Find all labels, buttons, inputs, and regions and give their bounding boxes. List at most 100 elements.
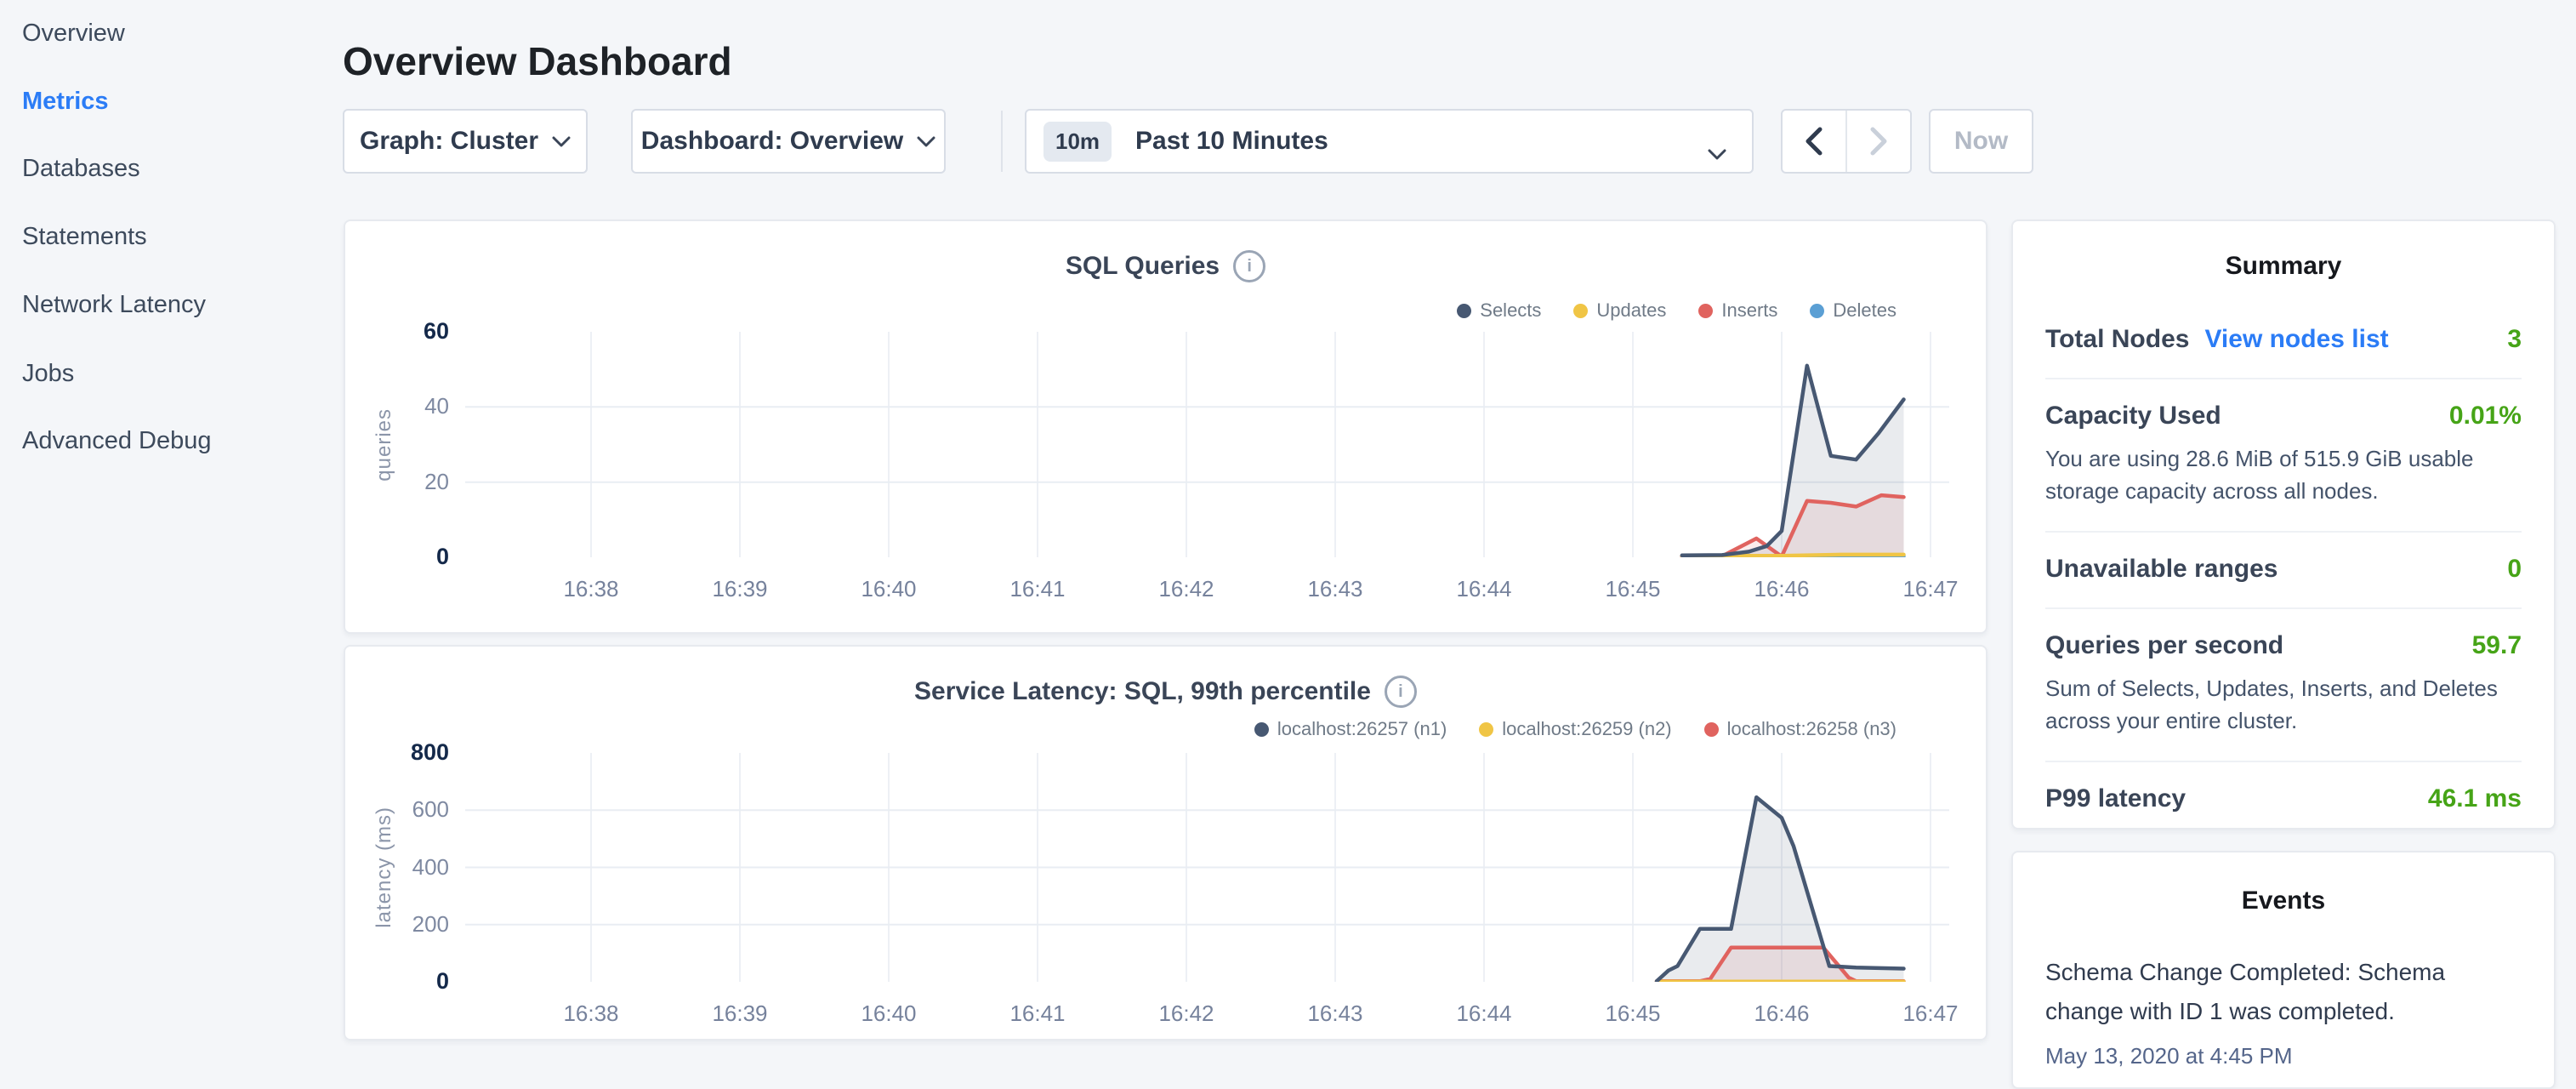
x-axis: 16:3816:3916:4016:4116:4216:4316:4416:45… [465,569,1949,603]
summary-row-p99-latency: P99 latency 46.1 ms [2045,761,2522,837]
legend-item[interactable]: Selects [1457,299,1541,322]
legend-dot-icon [1704,722,1719,737]
legend-label: Updates [1596,299,1666,322]
y-tick-label: 0 [347,968,449,995]
sidebar-item-overview[interactable]: Overview [22,14,125,52]
x-axis: 16:3816:3916:4016:4116:4216:4316:4416:45… [465,994,1949,1028]
legend-item[interactable]: localhost:26258 (n3) [1704,718,1896,740]
now-button[interactable]: Now [1929,109,2033,174]
sidebar: Overview Metrics Databases Statements Ne… [0,0,340,1052]
x-tick-label: 16:47 [1879,1001,1982,1027]
x-tick-label: 16:42 [1135,1001,1237,1027]
legend-item[interactable]: Updates [1573,299,1666,322]
sidebar-item-statements[interactable]: Statements [22,218,147,255]
x-tick-label: 16:41 [987,1001,1089,1027]
sidebar-item-metrics[interactable]: Metrics [22,83,109,120]
summary-row-description: You are using 28.6 MiB of 515.9 GiB usab… [2045,442,2522,507]
chart-title: Service Latency: SQL, 99th percentile [914,677,1371,706]
legend-label: Deletes [1833,299,1896,322]
legend-dot-icon [1810,304,1824,318]
y-tick-label: 800 [347,739,449,766]
legend-dot-icon [1457,304,1471,318]
legend-dot-icon [1254,722,1269,737]
y-tick-label: 200 [347,911,449,938]
x-tick-label: 16:40 [838,576,940,602]
dashboard-dropdown-label: Dashboard: Overview [641,127,903,156]
summary-row-value: 3 [2507,325,2522,354]
x-tick-label: 16:39 [689,1001,791,1027]
info-icon[interactable]: i [1233,250,1265,282]
x-tick-label: 16:44 [1433,576,1535,602]
x-tick-label: 16:46 [1731,576,1833,602]
legend-label: localhost:26259 (n2) [1502,718,1671,740]
y-axis: 0200400600800 [345,753,458,982]
summary-row-label: Capacity Used [2045,402,2221,430]
summary-row-value: 59.7 [2472,631,2522,660]
x-tick-label: 16:46 [1731,1001,1833,1027]
events-title: Events [2013,887,2554,915]
service-latency-chart-card: Service Latency: SQL, 99th percentile i … [344,645,1987,1041]
summary-row-label: Total Nodes [2045,325,2189,354]
summary-row-value: 46.1 ms [2428,784,2522,813]
page-title: Overview Dashboard [343,38,732,84]
summary-panel: Summary Total Nodes View nodes list 3 Ca… [2011,220,2556,830]
x-tick-label: 16:38 [540,1001,642,1027]
x-tick-label: 16:44 [1433,1001,1535,1027]
summary-row-label: P99 latency [2045,784,2186,813]
summary-row-value: 0.01% [2449,402,2522,430]
sidebar-item-databases[interactable]: Databases [22,150,140,187]
time-back-button[interactable] [1783,111,1845,172]
chart-legend: Selects Updates Inserts Deletes [1457,299,1896,322]
legend-dot-icon [1698,304,1713,318]
chart-title: SQL Queries [1066,252,1220,281]
chevron-down-icon [917,136,935,147]
time-forward-button[interactable] [1845,111,1910,172]
dashboard-dropdown[interactable]: Dashboard: Overview [631,109,946,174]
chevron-left-icon [1803,124,1825,158]
chart-plot-area[interactable] [465,332,1949,557]
summary-row-label: Queries per second [2045,631,2283,660]
event-item[interactable]: Schema Change Completed: Schema change w… [2045,953,2522,1069]
y-tick-label: 0 [347,544,449,570]
now-button-label: Now [1954,127,2008,156]
legend-dot-icon [1479,722,1493,737]
sidebar-item-network-latency[interactable]: Network Latency [22,286,206,323]
chevron-down-icon [552,136,571,147]
events-panel: Events Schema Change Completed: Schema c… [2011,851,2556,1089]
summary-row-value: 0 [2507,555,2522,584]
x-tick-label: 16:40 [838,1001,940,1027]
sidebar-item-jobs[interactable]: Jobs [22,355,74,392]
controls-divider [1001,111,1003,172]
legend-item[interactable]: localhost:26259 (n2) [1479,718,1671,740]
x-tick-label: 16:42 [1135,576,1237,602]
legend-label: Inserts [1721,299,1777,322]
x-tick-label: 16:38 [540,576,642,602]
x-tick-label: 16:45 [1582,1001,1684,1027]
x-tick-label: 16:41 [987,576,1089,602]
event-message: Schema Change Completed: Schema change w… [2045,953,2522,1031]
summary-title: Summary [2013,252,2554,281]
info-icon[interactable]: i [1385,676,1417,708]
chevron-down-icon [1708,138,1726,167]
graph-dropdown[interactable]: Graph: Cluster [343,109,588,174]
legend-item[interactable]: Inserts [1698,299,1777,322]
x-tick-label: 16:47 [1879,576,1982,602]
time-range-label: Past 10 Minutes [1135,127,1328,156]
y-tick-label: 40 [347,393,449,419]
y-tick-label: 600 [347,796,449,823]
legend-item[interactable]: localhost:26257 (n1) [1254,718,1447,740]
event-timestamp: May 13, 2020 at 4:45 PM [2045,1043,2522,1069]
summary-row-total-nodes: Total Nodes View nodes list 3 [2045,303,2522,378]
x-tick-label: 16:43 [1284,576,1386,602]
sidebar-item-advanced-debug[interactable]: Advanced Debug [22,422,212,459]
summary-row-capacity-used: Capacity Used 0.01% You are using 28.6 M… [2045,378,2522,531]
x-tick-label: 16:45 [1582,576,1684,602]
y-tick-label: 20 [347,469,449,495]
y-tick-label: 60 [347,318,449,345]
legend-item[interactable]: Deletes [1810,299,1896,322]
chart-plot-area[interactable] [465,753,1949,982]
time-range-picker[interactable]: 10m Past 10 Minutes [1025,109,1754,174]
y-tick-label: 400 [347,854,449,881]
legend-label: localhost:26257 (n1) [1277,718,1447,740]
view-nodes-list-link[interactable]: View nodes list [2204,325,2388,354]
